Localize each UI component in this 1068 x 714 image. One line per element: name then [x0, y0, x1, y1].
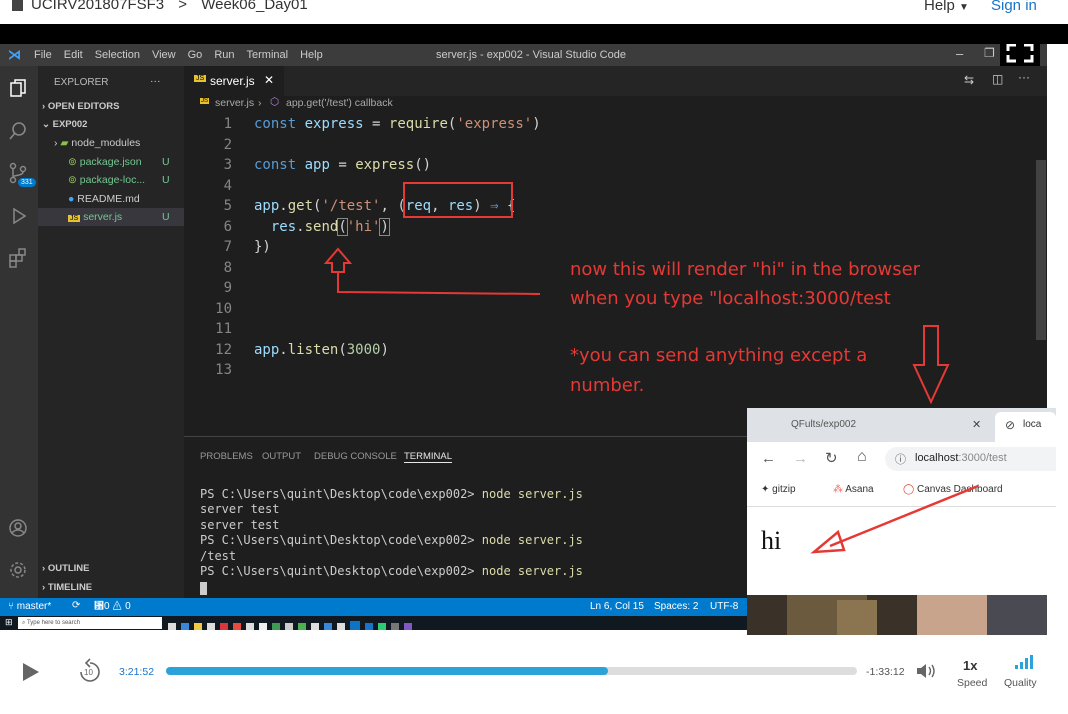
rewind-seconds: 10 — [84, 668, 93, 677]
annotation-text-2: when you type "localhost:3000/test — [570, 288, 891, 309]
volume-icon[interactable] — [914, 660, 940, 682]
bookmark-label: gitzip — [772, 484, 796, 495]
arrow-shaft — [829, 484, 979, 548]
url-bar[interactable]: ⓘ localhost:3000/test — [885, 447, 1056, 471]
highlight-box — [403, 182, 513, 218]
speed-label: Speed — [957, 677, 988, 689]
webcam-video — [747, 595, 1047, 635]
progress-fill — [166, 667, 609, 675]
annotation-text-3: *you can send anything except a — [570, 345, 868, 366]
bookmark-icon: ✦ — [761, 484, 770, 495]
remaining-time: -1:33:12 — [866, 666, 905, 678]
annotation-text-4: number. — [570, 375, 645, 396]
browser-tab-title: QFults/exp002 — [791, 419, 857, 430]
close-tab-icon[interactable]: ✕ — [972, 418, 981, 431]
info-icon: ⓘ — [895, 454, 906, 466]
play-icon[interactable] — [20, 660, 42, 684]
progress-track[interactable] — [166, 667, 857, 675]
home-icon[interactable]: ⌂ — [857, 448, 867, 466]
browser-toolbar: ← → ↻ ⌂ ⓘ localhost:3000/test — [747, 442, 1056, 476]
up-arrow-icon — [323, 247, 353, 273]
browser-tab-1[interactable]: QFults/exp002 ✕ — [757, 412, 992, 442]
elapsed-time: 3:21:52 — [119, 666, 155, 678]
down-arrow-icon — [912, 325, 950, 405]
browser-tabstrip: QFults/exp002 ✕ ⊘ loca — [747, 408, 1056, 442]
browser-annotation-arrow — [810, 484, 979, 554]
back-arrow-icon[interactable]: ← — [761, 450, 776, 467]
url-text: localhost:3000/test — [915, 452, 1007, 464]
browser-tab-title: loca — [1023, 419, 1042, 430]
reload-icon[interactable]: ↻ — [825, 449, 838, 467]
bookmark-gitzip[interactable]: ✦ gitzip — [761, 484, 796, 495]
url-path: :3000/test — [958, 452, 1007, 464]
video-player-controls: 10 3:21:52 -1:33:12 1x Speed Quality — [0, 646, 1068, 714]
page-body-text: hi — [761, 526, 782, 555]
quality-label: Quality — [1004, 677, 1037, 689]
speed-value[interactable]: 1x — [963, 658, 977, 673]
webcam-feed — [747, 595, 1047, 635]
forward-arrow-icon[interactable]: → — [793, 450, 808, 467]
connector-line — [337, 272, 541, 295]
globe-icon: ⊘ — [1005, 418, 1016, 432]
browser-tab-2[interactable]: ⊘ loca — [995, 412, 1056, 442]
url-host: localhost — [915, 452, 959, 464]
annotation-text-1: now this will render "hi" in the browser — [570, 259, 921, 280]
quality-bars-icon[interactable] — [1013, 654, 1035, 670]
